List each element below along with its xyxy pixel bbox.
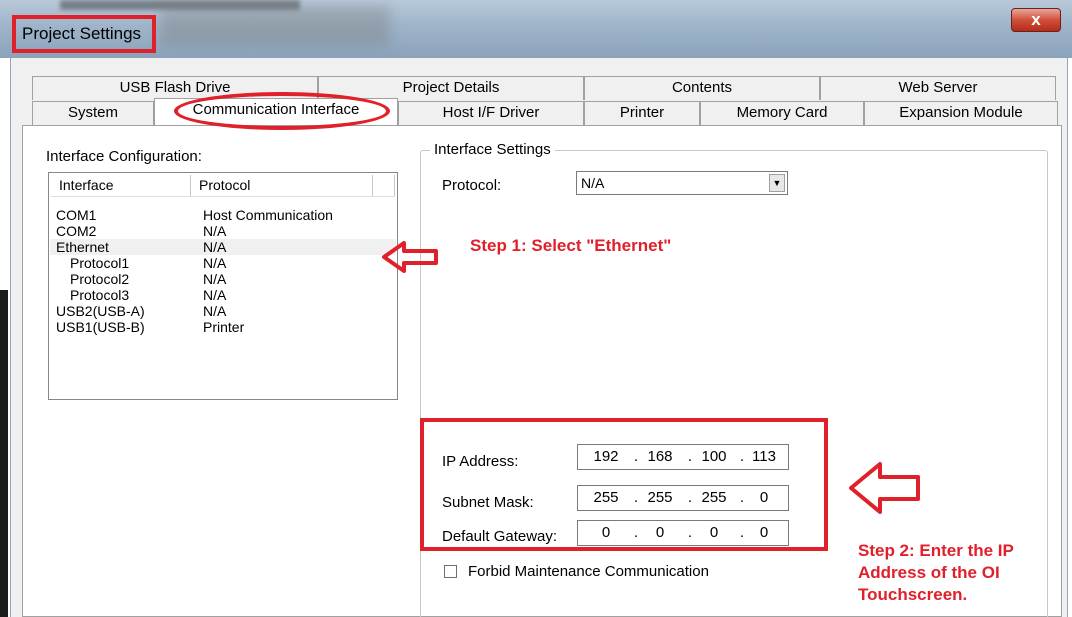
protocol-value: N/A bbox=[203, 239, 227, 255]
interface-list[interactable]: Interface Protocol COM1 Host Communicati… bbox=[48, 172, 398, 400]
tab-expansion-module[interactable]: Expansion Module bbox=[864, 101, 1058, 125]
interface-name: Ethernet bbox=[56, 239, 109, 255]
protocol-value: Printer bbox=[203, 319, 245, 335]
step2-arrow-icon bbox=[849, 462, 920, 514]
background-blur bbox=[160, 6, 390, 46]
protocol-value: N/A bbox=[203, 271, 227, 287]
column-header-empty bbox=[373, 175, 395, 197]
interface-name: Protocol3 bbox=[70, 287, 130, 303]
interface-name: Protocol2 bbox=[70, 271, 130, 287]
title-bar bbox=[0, 0, 1072, 58]
tab-contents[interactable]: Contents bbox=[584, 76, 820, 100]
interface-name: Protocol1 bbox=[70, 255, 130, 271]
tab-highlight-ellipse bbox=[174, 92, 390, 130]
protocol-value: N/A bbox=[203, 255, 227, 271]
step2-annotation: Step 2: Enter the IP Address of the OI T… bbox=[858, 540, 1014, 606]
ip-settings-highlight-box bbox=[420, 418, 828, 551]
tab-system[interactable]: System bbox=[32, 101, 154, 125]
tab-project-details[interactable]: Project Details bbox=[318, 76, 584, 100]
interface-settings-title: Interface Settings bbox=[430, 141, 555, 158]
protocol-value: Host Communication bbox=[203, 207, 333, 223]
interface-name: USB2(USB-A) bbox=[56, 303, 145, 319]
list-item[interactable]: COM2 N/A bbox=[50, 223, 396, 239]
step1-arrow-icon bbox=[382, 241, 438, 273]
list-item-ethernet[interactable]: Ethernet N/A bbox=[50, 239, 396, 255]
list-item[interactable]: USB1(USB-B) Printer bbox=[50, 319, 396, 335]
protocol-select-value: N/A bbox=[581, 175, 605, 191]
protocol-value: N/A bbox=[203, 303, 227, 319]
protocol-label: Protocol: bbox=[442, 177, 502, 194]
step2-line: Touchscreen. bbox=[858, 585, 968, 604]
interface-name: COM2 bbox=[56, 223, 97, 239]
interface-name: USB1(USB-B) bbox=[56, 319, 145, 335]
tab-printer[interactable]: Printer bbox=[584, 101, 700, 125]
protocol-value: N/A bbox=[203, 223, 227, 239]
list-item[interactable]: Protocol1 N/A bbox=[50, 255, 396, 271]
column-header-protocol[interactable]: Protocol bbox=[191, 175, 373, 197]
interface-name: COM1 bbox=[56, 207, 97, 223]
tab-web-server[interactable]: Web Server bbox=[820, 76, 1056, 100]
dropdown-arrow-icon[interactable]: ▼ bbox=[769, 174, 785, 192]
forbid-maintenance-label[interactable]: Forbid Maintenance Communication bbox=[468, 563, 709, 580]
column-header-interface[interactable]: Interface bbox=[51, 175, 191, 197]
protocol-value: N/A bbox=[203, 287, 227, 303]
tab-host-if-driver[interactable]: Host I/F Driver bbox=[398, 101, 584, 125]
close-button[interactable]: x bbox=[1011, 8, 1061, 32]
interface-configuration-label: Interface Configuration: bbox=[46, 148, 202, 165]
step2-line: Step 2: Enter the IP bbox=[858, 541, 1014, 560]
step1-annotation: Step 1: Select "Ethernet" bbox=[470, 236, 672, 255]
list-item[interactable]: Protocol2 N/A bbox=[50, 271, 396, 287]
title-highlight-box bbox=[12, 15, 156, 53]
protocol-select[interactable]: N/A ▼ bbox=[576, 171, 788, 195]
forbid-maintenance-checkbox[interactable] bbox=[444, 565, 457, 578]
list-item[interactable]: USB2(USB-A) N/A bbox=[50, 303, 396, 319]
list-item[interactable]: Protocol3 N/A bbox=[50, 287, 396, 303]
list-item[interactable]: COM1 Host Communication bbox=[50, 207, 396, 223]
tab-memory-card[interactable]: Memory Card bbox=[700, 101, 864, 125]
step2-line: Address of the OI bbox=[858, 563, 1000, 582]
background-edge bbox=[0, 290, 8, 617]
